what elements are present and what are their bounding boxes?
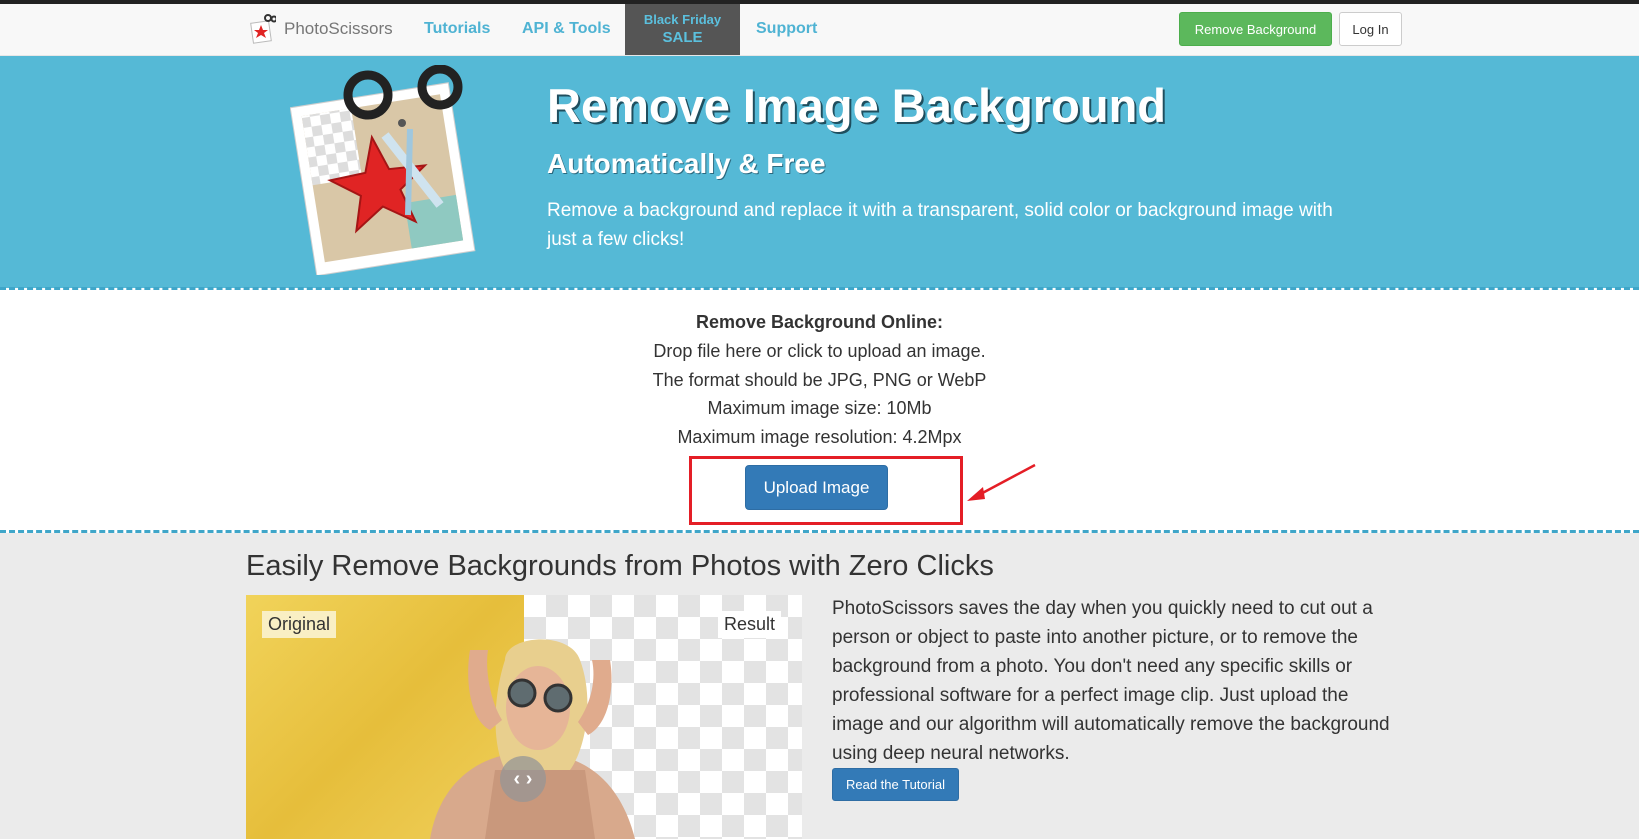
- login-button[interactable]: Log In: [1339, 12, 1402, 46]
- black-friday-sale[interactable]: Black Friday SALE: [625, 4, 740, 55]
- remove-background-button[interactable]: Remove Background: [1179, 12, 1332, 46]
- result-label: Result: [718, 611, 782, 638]
- read-tutorial-button[interactable]: Read the Tutorial: [832, 768, 959, 801]
- demo-description: PhotoScissors saves the day when you qui…: [832, 598, 1390, 764]
- hero-subtitle: Automatically & Free: [547, 148, 826, 179]
- photoscissors-logo-icon: [250, 14, 276, 44]
- upload-heading: Remove Background Online:: [695, 312, 944, 332]
- brand-name: PhotoScissors: [284, 19, 393, 38]
- brand[interactable]: PhotoScissors: [250, 14, 393, 44]
- upload-format: The format should be JPG, PNG or WebP: [652, 370, 987, 390]
- nav-api-tools[interactable]: API & Tools: [522, 20, 611, 38]
- upload-max-size: Maximum image size: 10Mb: [707, 398, 932, 418]
- slider-arrows-icon[interactable]: ‹ ›: [500, 756, 546, 802]
- demo-title: Easily Remove Backgrounds from Photos wi…: [246, 550, 994, 582]
- highlight-box: [689, 456, 963, 525]
- upload-instruction: Drop file here or click to upload an ima…: [653, 341, 986, 361]
- nav-support[interactable]: Support: [756, 20, 817, 38]
- promo-line1: Black Friday: [643, 12, 722, 27]
- scissors-starfish-illustration: [290, 65, 476, 275]
- upload-max-resolution: Maximum image resolution: 4.2Mpx: [677, 427, 962, 447]
- navbar: PhotoScissors Tutorials API & Tools Blac…: [0, 4, 1639, 56]
- annotation-arrow: [967, 463, 1036, 501]
- original-label: Original: [262, 611, 337, 638]
- hero-divider: [0, 287, 1639, 290]
- hero-title: Remove Image Background: [547, 79, 1167, 132]
- promo-line2: SALE: [662, 29, 703, 46]
- woman-photo: [430, 639, 635, 839]
- hero-description: Remove a background and replace it with …: [547, 200, 1333, 250]
- nav-tutorials[interactable]: Tutorials: [424, 20, 490, 38]
